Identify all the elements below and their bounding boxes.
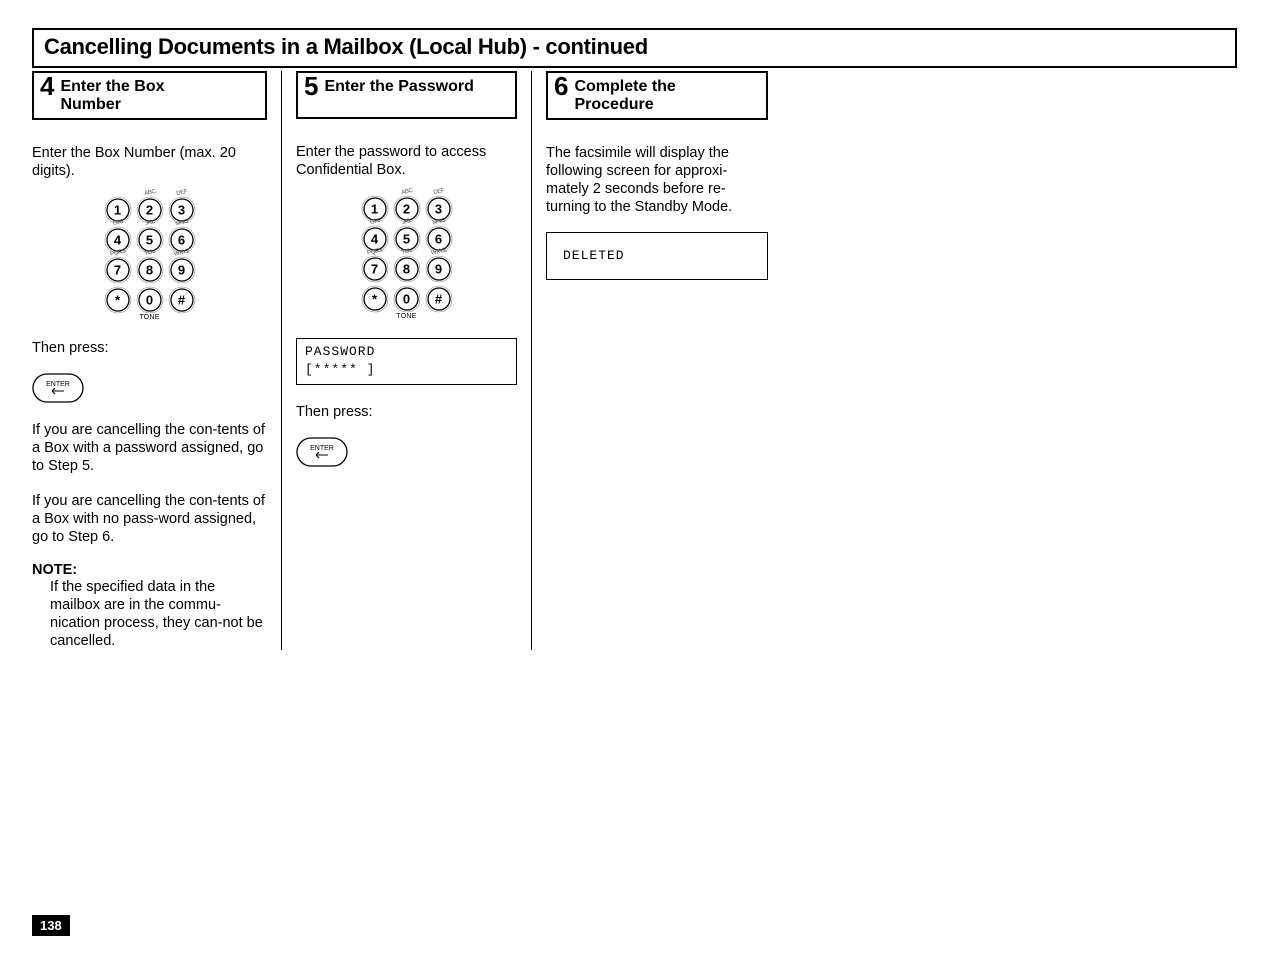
step-5-column: 5 Enter the Password Enter the password … (282, 71, 532, 650)
then-press-5: Then press: (296, 403, 517, 421)
lcd-password: PASSWORD [***** ] (296, 338, 517, 385)
key-8: TUV8 (136, 256, 164, 284)
step-4-number: 4 (40, 75, 54, 98)
tone-label: TONE (296, 313, 517, 320)
step-4-header: 4 Enter the BoxNumber (32, 71, 267, 120)
step-4-note: NOTE: If the specified data in the mailb… (32, 562, 267, 651)
keypad-icon: 1 ABC2 DEF3 GHI4 JKL5 MNO6 PQRS7 TUV8 WX… (32, 196, 267, 321)
step-4-column: 4 Enter the BoxNumber Enter the Box Numb… (32, 71, 282, 650)
enter-button-icon: ENTER (296, 437, 517, 467)
step-4-intro: Enter the Box Number (max. 20 digits). (32, 144, 267, 180)
key-star: * (361, 285, 389, 313)
page-number: 138 (32, 915, 70, 936)
key-0: 0 (393, 285, 421, 313)
note-heading: NOTE: (32, 562, 267, 578)
step-6-title: Complete theProcedure (574, 77, 675, 114)
step-columns: 4 Enter the BoxNumber Enter the Box Numb… (32, 71, 1237, 650)
enter-button-icon: ENTER (32, 373, 267, 403)
key-hash: # (168, 286, 196, 314)
step-4-para-2: If you are cancelling the con-tents of a… (32, 421, 267, 475)
key-star: * (104, 286, 132, 314)
note-body: If the specified data in the mailbox are… (32, 578, 267, 651)
key-hash: # (425, 285, 453, 313)
page-title: Cancelling Documents in a Mailbox (Local… (32, 28, 1237, 68)
key-8: TUV8 (393, 255, 421, 283)
step-5-title: Enter the Password (324, 77, 473, 96)
then-press-4: Then press: (32, 339, 267, 357)
step-5-number: 5 (304, 75, 318, 98)
key-7: PQRS7 (104, 256, 132, 284)
tone-label: TONE (32, 314, 267, 321)
step-5-header: 5 Enter the Password (296, 71, 517, 119)
keypad-icon: 1 ABC2 DEF3 GHI4 JKL5 MNO6 PQRS7 TUV8 WX… (296, 195, 517, 320)
key-9: WXYZ9 (168, 256, 196, 284)
lcd-deleted: DELETED (546, 232, 768, 280)
step-6-header: 6 Complete theProcedure (546, 71, 768, 120)
step-6-intro: The facsimile will display the following… (546, 144, 768, 217)
key-0: 0 (136, 286, 164, 314)
step-6-number: 6 (554, 75, 568, 98)
svg-text:ENTER: ENTER (46, 381, 70, 388)
step-4-title: Enter the BoxNumber (60, 77, 164, 114)
step-6-column: 6 Complete theProcedure The facsimile wi… (532, 71, 782, 650)
step-5-intro: Enter the password to access Confidentia… (296, 143, 517, 179)
key-9: WXYZ9 (425, 255, 453, 283)
key-7: PQRS7 (361, 255, 389, 283)
step-4-para-3: If you are cancelling the con-tents of a… (32, 492, 267, 546)
lcd-line-1: PASSWORD (305, 343, 508, 361)
svg-text:ENTER: ENTER (310, 445, 334, 452)
lcd-line-2: [***** ] (305, 361, 508, 379)
